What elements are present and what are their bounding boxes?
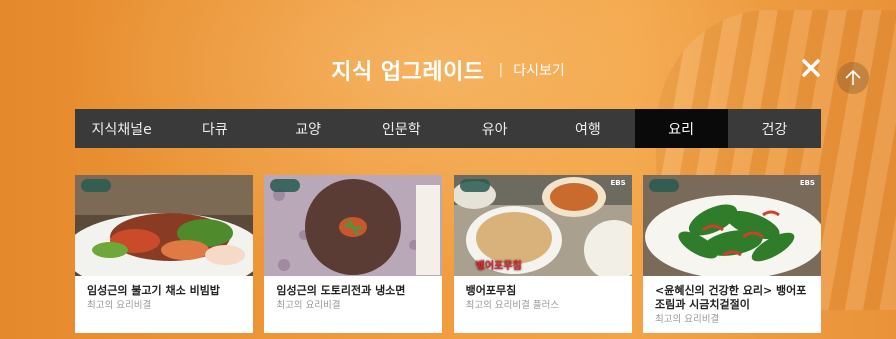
video-thumbnail bbox=[75, 175, 253, 276]
tab-label: 교양 bbox=[295, 121, 321, 138]
video-card[interactable]: 임성근의 불고기 채소 비빔밥 최고의 요리비결 bbox=[75, 175, 253, 333]
tab-health[interactable]: 건강 bbox=[728, 109, 821, 148]
tab-label: 지식채널e bbox=[91, 121, 152, 138]
replay-link[interactable]: 다시보기 bbox=[513, 60, 565, 80]
category-tabs: 지식채널e 다큐 교양 인문학 유아 여행 요리 건강 bbox=[75, 109, 821, 148]
tab-label: 유아 bbox=[481, 121, 508, 138]
video-card-list: 임성근의 불고기 채소 비빔밥 최고의 요리비결 임성근의 도토리전과 냉소면 … bbox=[75, 175, 821, 333]
tab-culture[interactable]: 교양 bbox=[262, 109, 355, 148]
tab-label: 건강 bbox=[761, 121, 788, 138]
card-subtitle: 최고의 요리비결 플러스 bbox=[465, 300, 560, 311]
card-subtitle: 최고의 요리비결 bbox=[654, 314, 720, 325]
scroll-top-button[interactable] bbox=[837, 62, 869, 94]
tab-cooking[interactable]: 요리 bbox=[634, 109, 728, 148]
tab-label: 요리 bbox=[668, 121, 694, 138]
title-separator: | bbox=[498, 62, 504, 78]
video-thumbnail: EBS bbox=[642, 175, 821, 276]
thumbnail-caption-text: 뱅어포무침 bbox=[475, 261, 522, 272]
card-subtitle: 최고의 요리비결 bbox=[276, 300, 341, 311]
tab-label: 다큐 bbox=[201, 121, 228, 138]
header: 지식 업그레이드 | 다시보기 bbox=[0, 52, 896, 88]
close-icon bbox=[802, 59, 820, 77]
video-card[interactable]: 임성근의 도토리전과 냉소면 최고의 요리비결 bbox=[264, 175, 443, 333]
arrow-up-icon bbox=[845, 69, 861, 85]
program-badge bbox=[459, 179, 490, 192]
video-card[interactable]: EBS <윤혜신의 건강한 요리> 뱅어포 조림과 시금치겉절이 최고의 요리비… bbox=[642, 175, 821, 333]
close-button[interactable] bbox=[799, 56, 823, 80]
video-thumbnail bbox=[264, 175, 443, 276]
thumbnail-caption: 뱅어포무침 bbox=[476, 257, 522, 272]
card-title: 임성근의 불고기 채소 비빔밥 bbox=[87, 284, 220, 297]
tab-documentary[interactable]: 다큐 bbox=[168, 109, 261, 148]
tab-travel[interactable]: 여행 bbox=[541, 109, 634, 148]
tab-humanities[interactable]: 인문학 bbox=[355, 109, 448, 148]
card-subtitle: 최고의 요리비결 bbox=[87, 300, 152, 311]
video-card[interactable]: EBS 뱅어포무침 뱅어포무침 최고의 요리비결 플러스 bbox=[453, 175, 632, 333]
card-title: 뱅어포무침 bbox=[465, 284, 517, 297]
video-thumbnail: EBS 뱅어포무침 bbox=[453, 175, 632, 276]
tab-label: 인문학 bbox=[382, 121, 421, 138]
tab-kids[interactable]: 유아 bbox=[448, 109, 541, 148]
card-title: 임성근의 도토리전과 냉소면 bbox=[276, 284, 406, 297]
tab-label: 여행 bbox=[574, 121, 601, 138]
program-badge bbox=[270, 179, 301, 192]
ebs-logo: EBS bbox=[799, 179, 815, 187]
page-title: 지식 업그레이드 bbox=[331, 60, 485, 85]
ebs-logo: EBS bbox=[610, 179, 626, 187]
program-badge bbox=[81, 179, 111, 192]
program-badge bbox=[648, 179, 679, 192]
tab-jisikchannel[interactable]: 지식채널e bbox=[75, 109, 168, 148]
card-title: <윤혜신의 건강한 요리> 뱅어포 조림과 시금치겉절이 bbox=[654, 284, 807, 311]
